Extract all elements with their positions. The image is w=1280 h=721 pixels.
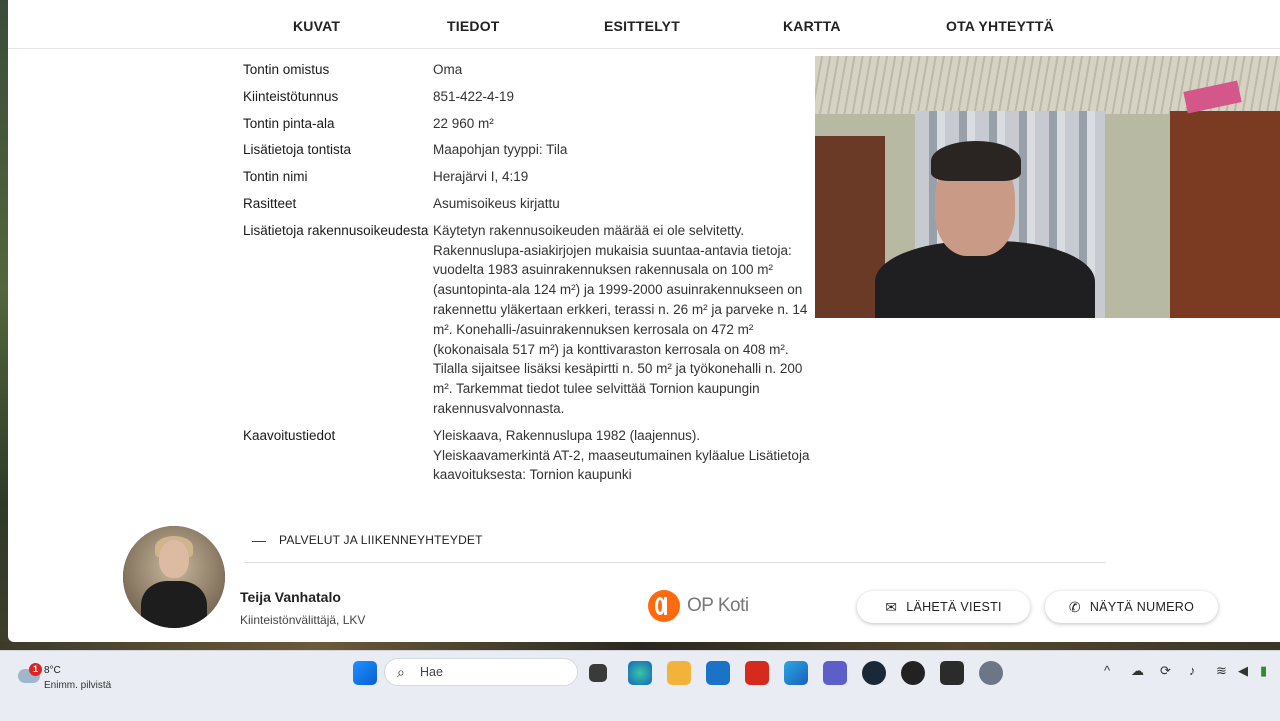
onedrive-icon[interactable]: ☁ — [1131, 663, 1144, 679]
wifi-icon[interactable]: ≋ — [1216, 663, 1227, 679]
detail-value: Käytetyn rakennusoikeuden määrää ei ole … — [433, 222, 808, 416]
detail-value: Asumisoikeus kirjattu — [433, 195, 560, 211]
detail-row: Lisätietoja rakennusoikeudesta Käytetyn … — [243, 221, 818, 419]
teams-icon[interactable] — [823, 661, 847, 685]
agent-title: Kiinteistönvälittäjä, LKV — [240, 613, 366, 627]
task-view-icon[interactable] — [589, 664, 607, 682]
detail-value: Herajärvi I, 4:19 — [433, 169, 529, 185]
services-section-toggle[interactable]: — PALVELUT JA LIIKENNEYHTEYDET — [244, 532, 1106, 563]
app-l-icon[interactable] — [745, 661, 769, 685]
nav-kuvat[interactable]: KUVAT — [293, 18, 340, 34]
settings-gear-icon[interactable] — [979, 661, 1003, 685]
battery-icon[interactable]: ▮ — [1260, 663, 1267, 679]
detail-label: Tontin nimi — [243, 169, 308, 185]
edge-browser-icon[interactable] — [628, 661, 652, 685]
show-number-label: NÄYTÄ NUMERO — [1089, 600, 1195, 614]
weather-temp: 8°C — [44, 665, 61, 676]
nav-kartta[interactable]: KARTTA — [783, 18, 841, 34]
store-icon[interactable] — [706, 661, 730, 685]
volume-icon[interactable]: ◀ — [1238, 663, 1248, 679]
detail-label: Kaavoitustiedot — [243, 427, 336, 443]
detail-value: 22 960 m² — [433, 115, 494, 131]
detail-label: Tontin pinta-ala — [243, 115, 335, 131]
collapse-icon: — — [252, 532, 266, 548]
nav-esittelyt[interactable]: ESITTELYT — [604, 18, 680, 34]
epic-games-icon[interactable] — [940, 661, 964, 685]
detail-row: Rasitteet Asumisoikeus kirjattu — [243, 194, 818, 214]
webcam-overlay — [815, 56, 1280, 318]
app-icon[interactable] — [784, 661, 808, 685]
send-message-label: LÄHETÄ VIESTI — [906, 600, 1002, 614]
detail-value: Oma — [433, 62, 463, 77]
taskbar: 1 8°C Enimm. pilvistä ⌕ Hae ^ ☁ ⟳ ♪ ≋ ◀ … — [0, 650, 1280, 721]
send-message-button[interactable]: ✉ LÄHETÄ VIESTI — [857, 591, 1030, 623]
detail-row: Kaavoitustiedot Yleiskaava, Rakennuslupa… — [243, 426, 818, 485]
property-details: Tontin omistus Oma Kiinteistötunnus 851-… — [243, 60, 818, 492]
steam-icon[interactable] — [862, 661, 886, 685]
detail-row: Tontin omistus Oma — [243, 60, 818, 80]
detail-value: Maapohjan tyyppi: Tila — [433, 142, 568, 158]
search-placeholder: Hae — [420, 665, 443, 679]
detail-row: Tontin nimi Herajärvi I, 4:19 — [243, 167, 818, 187]
detail-label: Rasitteet — [243, 195, 297, 211]
agent-name: Teija Vanhatalo — [240, 589, 341, 605]
detail-label: Kiinteistötunnus — [243, 88, 339, 104]
detail-row: Tontin pinta-ala 22 960 m² — [243, 114, 818, 134]
section-title: PALVELUT JA LIIKENNEYHTEYDET — [279, 533, 483, 547]
sync-icon[interactable]: ⟳ — [1160, 663, 1171, 679]
weather-condition: Enimm. pilvistä — [44, 680, 112, 691]
detail-row: Lisätietoja tontista Maapohjan tyyppi: T… — [243, 140, 818, 160]
detail-label: Lisätietoja tontista — [243, 142, 352, 158]
microphone-icon[interactable]: ♪ — [1189, 663, 1196, 678]
detail-row: Kiinteistötunnus 851-422-4-19 — [243, 87, 818, 107]
top-navigation: KUVAT TIEDOT ESITTELYT KARTTA OTA YHTEYT… — [8, 0, 1280, 49]
op-logo-icon — [648, 590, 680, 622]
file-explorer-icon[interactable] — [667, 661, 691, 685]
mail-icon: ✉ — [885, 598, 898, 615]
phone-icon: ✆ — [1068, 598, 1081, 615]
weather-widget[interactable]: 1 8°C Enimm. pilvistä — [16, 659, 126, 695]
nav-ota-yhteytta[interactable]: OTA YHTEYTTÄ — [946, 18, 1054, 34]
op-koti-logo: OP Koti — [648, 590, 749, 622]
show-number-button[interactable]: ✆ NÄYTÄ NUMERO — [1045, 591, 1218, 623]
detail-value: 851-422-4-19 — [433, 88, 515, 104]
detail-value: Yleiskaava, Rakennuslupa 1982 (laajennus… — [433, 427, 810, 483]
taskbar-search[interactable]: ⌕ Hae — [384, 658, 578, 686]
agent-avatar — [123, 526, 225, 628]
notification-badge: 1 — [29, 663, 42, 676]
obs-icon[interactable] — [901, 661, 925, 685]
chevron-up-icon[interactable]: ^ — [1104, 663, 1110, 678]
detail-label: Lisätietoja rakennusoikeudesta — [243, 222, 429, 238]
brand-name: OP Koti — [687, 595, 749, 616]
start-windows-icon[interactable] — [353, 661, 377, 685]
wallpaper-strip — [0, 642, 1280, 650]
search-icon: ⌕ — [397, 664, 405, 680]
nav-tiedot[interactable]: TIEDOT — [447, 18, 500, 34]
detail-label: Tontin omistus — [243, 62, 330, 77]
